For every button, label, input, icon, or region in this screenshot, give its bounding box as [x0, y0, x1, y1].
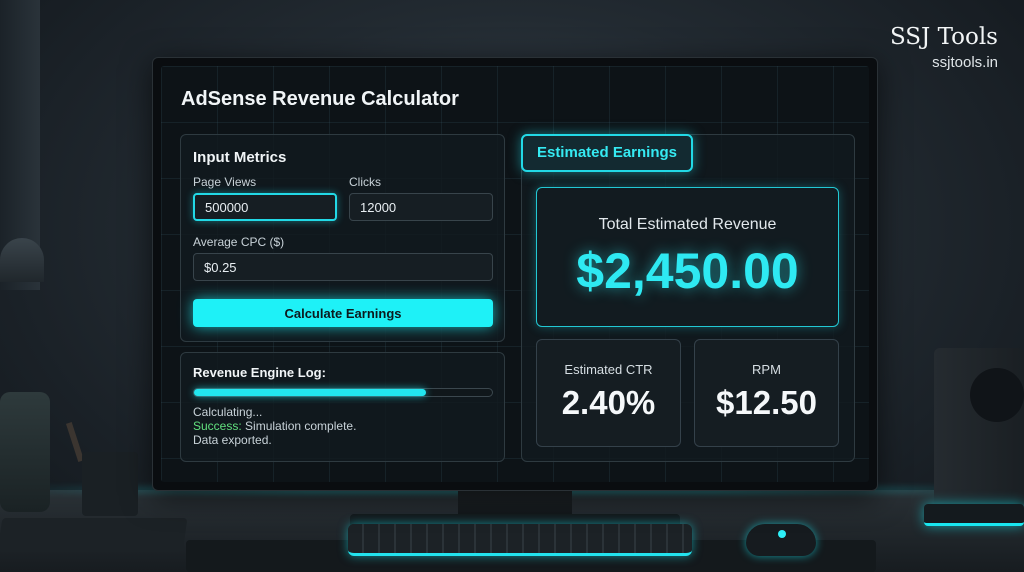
- mouse-light: [778, 530, 786, 538]
- brand-name: SSJ Tools: [889, 24, 998, 50]
- jar: [0, 392, 50, 512]
- mouse: [746, 524, 816, 556]
- desk-lamp: [0, 238, 44, 282]
- brand-url: ssjtools.in: [932, 54, 998, 71]
- total-revenue-card: Total Estimated Revenue $2,450.00: [536, 187, 839, 327]
- rpm-value: $12.50: [716, 384, 817, 421]
- log-success-status: Success:: [193, 419, 242, 433]
- tab-estimated-earnings[interactable]: Estimated Earnings: [521, 134, 693, 172]
- estimated-earnings-panel: Estimated Earnings Total Estimated Reven…: [521, 134, 855, 462]
- clicks-label: Clicks: [349, 175, 381, 189]
- avg-cpc-input[interactable]: [193, 253, 493, 281]
- log-line-calculating: Calculating...: [193, 405, 263, 419]
- log-line-success: Success: Simulation complete.: [193, 419, 356, 433]
- monitor: AdSense Revenue Calculator Input Metrics…: [152, 57, 878, 491]
- total-revenue-value: $2,450.00: [576, 243, 799, 299]
- log-heading: Revenue Engine Log:: [193, 365, 326, 380]
- page-views-label: Page Views: [193, 175, 257, 189]
- rpm-label: RPM: [752, 362, 781, 377]
- notebook: [0, 518, 188, 552]
- avg-cpc-label: Average CPC ($): [193, 235, 285, 249]
- keyboard: [348, 524, 692, 556]
- clicks-input[interactable]: [349, 193, 493, 221]
- calculate-earnings-button[interactable]: Calculate Earnings: [193, 299, 493, 327]
- log-line-exported: Data exported.: [193, 433, 272, 447]
- speaker-base: [924, 504, 1024, 526]
- progress-fill: [194, 389, 427, 396]
- brand: SSJ Tools ssjtools.in: [890, 24, 998, 71]
- pen-cup: [82, 452, 138, 516]
- ctr-card: Estimated CTR 2.40%: [536, 339, 681, 447]
- app-screen: AdSense Revenue Calculator Input Metrics…: [161, 66, 869, 482]
- input-metrics-panel: Input Metrics Page Views Clicks Average …: [180, 134, 505, 342]
- app-title: AdSense Revenue Calculator: [181, 88, 459, 110]
- rpm-card: RPM $12.50: [694, 339, 839, 447]
- total-revenue-label: Total Estimated Revenue: [598, 216, 777, 233]
- ctr-value: 2.40%: [561, 384, 656, 421]
- speaker-cone: [970, 368, 1024, 422]
- progress-bar: [193, 388, 493, 397]
- log-success-text: Simulation complete.: [241, 419, 357, 433]
- ctr-label: Estimated CTR: [564, 362, 653, 377]
- input-metrics-heading: Input Metrics: [193, 149, 287, 166]
- page-views-input[interactable]: [193, 193, 337, 221]
- revenue-engine-log-panel: Revenue Engine Log: Calculating... Succe…: [180, 352, 505, 462]
